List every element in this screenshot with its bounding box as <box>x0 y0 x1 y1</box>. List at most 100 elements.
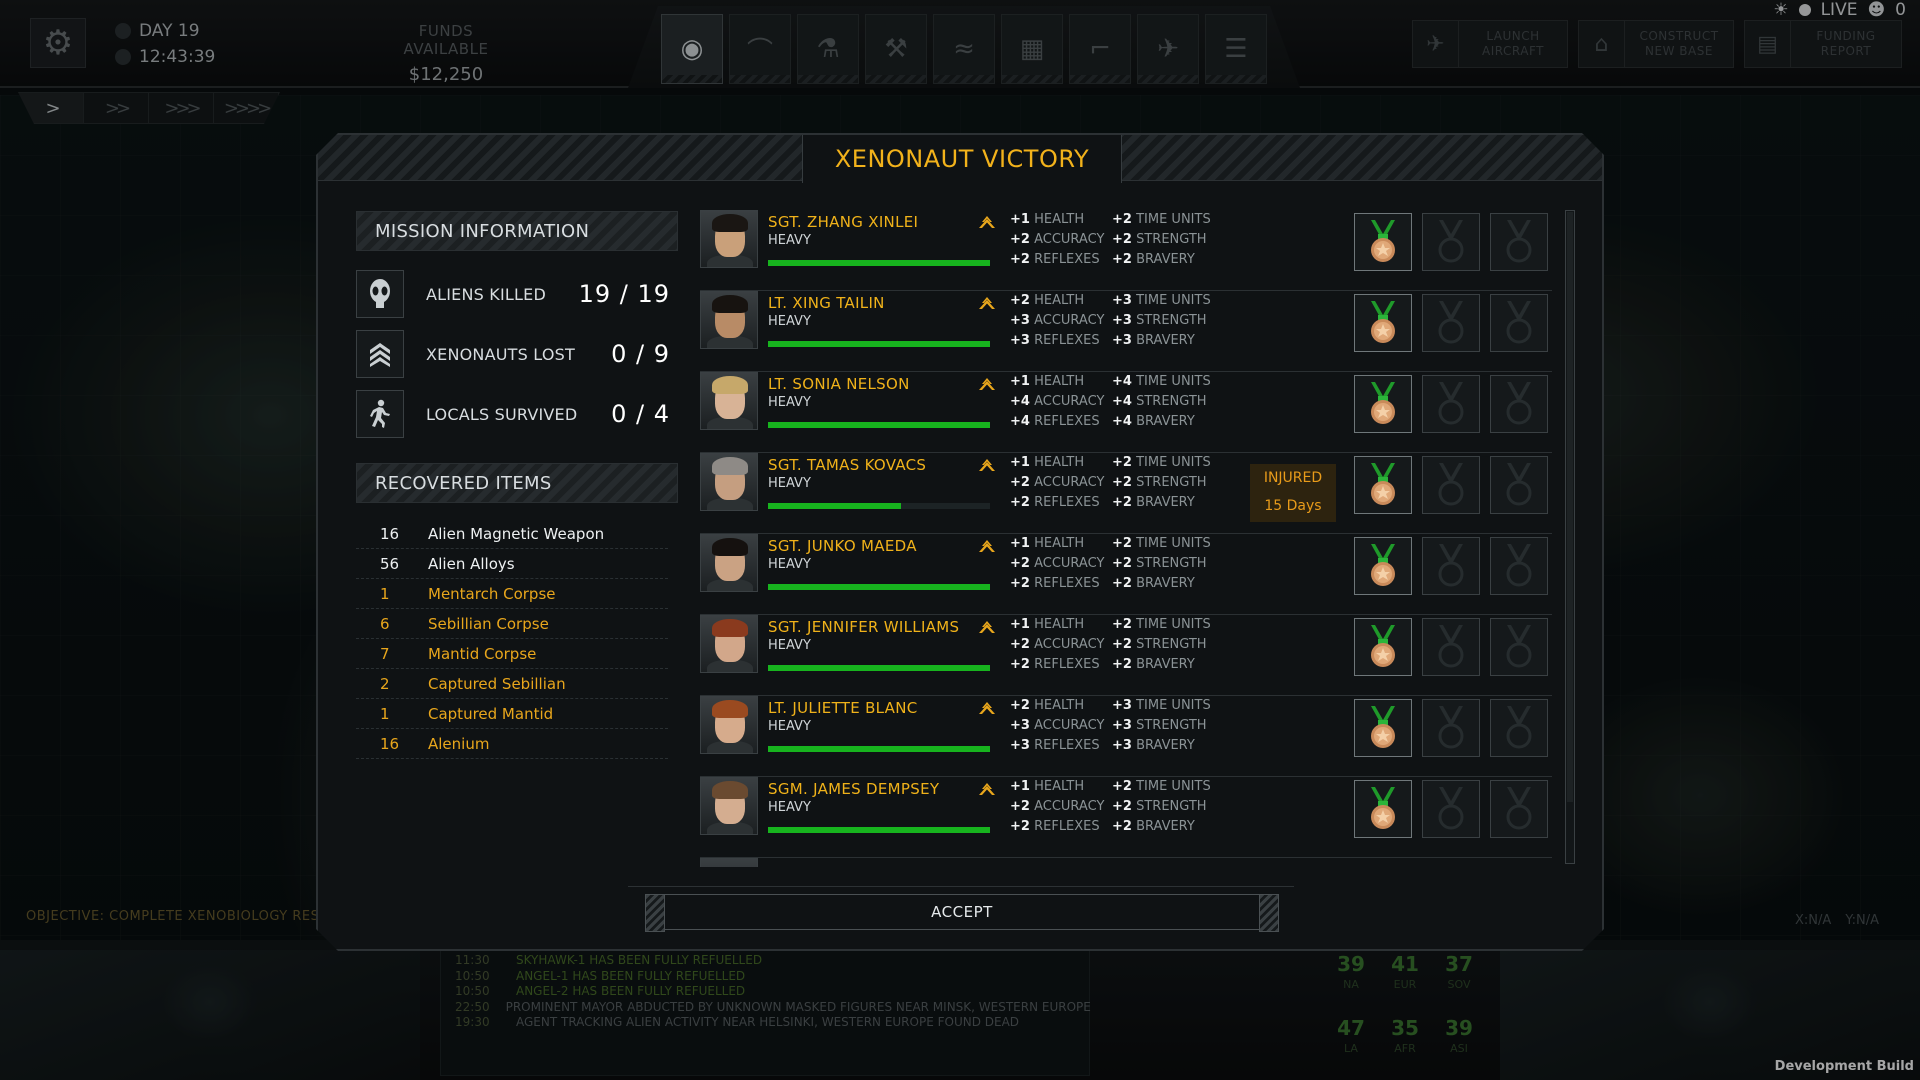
item-quantity: 16 <box>380 524 400 543</box>
stat-gain-bravery: +2 BRAVERY <box>1112 655 1195 675</box>
stat-gain-value: +2 <box>1010 799 1030 814</box>
stat-gains: +1 HEALTH +2 TIME UNITS +2 ACCURACY +2 STRE… <box>1010 534 1211 594</box>
stat-gain-reflexes: +4 REFLEXES <box>1010 412 1112 432</box>
stat-gain-name: ACCURACY <box>1034 799 1105 814</box>
medal-earned-icon[interactable] <box>1354 456 1412 514</box>
medal-slot-empty-icon[interactable] <box>1490 780 1548 838</box>
experience-bar-fill <box>768 584 990 590</box>
soldier-row[interactable]: SGT. TAMAS KOVACS HEAVY +1 HEALTH +2 TIME U… <box>700 453 1552 534</box>
item-name: Alien Magnetic Weapon <box>428 524 605 543</box>
soldier-row[interactable]: SGT. ZHANG XINLEI HEAVY +1 HEALTH +2 TIME U… <box>700 210 1552 291</box>
stat-gain-value: +4 <box>1010 394 1030 409</box>
medal-slot-empty-icon[interactable] <box>1422 456 1480 514</box>
stat-gain-name: STRENGTH <box>1136 394 1207 409</box>
stat-gain-name: HEALTH <box>1034 293 1085 308</box>
soldier-list-scrollbar[interactable] <box>1565 210 1575 864</box>
stat-gain-accuracy: +2 ACCURACY <box>1010 473 1112 493</box>
locals-survived-label: LOCALS SURVIVED <box>426 404 578 424</box>
stat-gain-value: +4 <box>1112 414 1132 429</box>
stat-gain-accuracy: +3 ACCURACY <box>1010 311 1112 331</box>
soldier-row[interactable]: SGM. JAMES DEMPSEY HEAVY +1 HEALTH +2 TIME … <box>700 777 1552 858</box>
stat-gain-time-units: +3 TIME UNITS <box>1112 291 1211 311</box>
soldier-row[interactable]: SGT. JUNKO MAEDA HEAVY +1 HEALTH +2 TIME UN… <box>700 534 1552 615</box>
medal-slot-empty-icon[interactable] <box>1422 699 1480 757</box>
medal-slot-empty-icon[interactable] <box>1490 213 1548 271</box>
xenonauts-lost-value: 0 / 9 <box>611 340 670 368</box>
stat-gain-accuracy: +2 ACCURACY <box>1010 554 1112 574</box>
dialog-title: XENONAUT VICTORY <box>802 135 1122 183</box>
medal-earned-icon[interactable] <box>1354 213 1412 271</box>
medal-slot-empty-icon[interactable] <box>1422 375 1480 433</box>
stat-gain-value: +2 <box>1112 576 1132 591</box>
medal-earned-icon[interactable] <box>1354 537 1412 595</box>
stat-gain-value: +2 <box>1112 252 1132 267</box>
stat-gain-health: +1 HEALTH <box>1010 372 1112 392</box>
injured-days: 15 Days <box>1264 498 1322 514</box>
experience-bar <box>768 341 990 347</box>
medal-slot-empty-icon[interactable] <box>1490 618 1548 676</box>
medal-slot-empty-icon[interactable] <box>1422 294 1480 352</box>
stat-gain-value: +2 <box>1010 698 1030 713</box>
medal-slot-empty-icon[interactable] <box>1490 537 1548 595</box>
medal-earned-icon[interactable] <box>1354 699 1412 757</box>
recovered-items-list: 16 Alien Magnetic Weapon 56 Alien Alloys 1 Me… <box>356 519 668 759</box>
stat-gain-value: +2 <box>1112 799 1132 814</box>
item-quantity: 7 <box>380 644 390 663</box>
soldier-row[interactable]: LT. JULIETTE BLANC HEAVY +2 HEALTH +3 TIME … <box>700 696 1552 777</box>
medal-earned-icon[interactable] <box>1354 294 1412 352</box>
stat-gain-reflexes: +2 REFLEXES <box>1010 250 1112 270</box>
soldier-name: SGT. TAMAS KOVACS <box>768 456 927 474</box>
stat-gain-accuracy: +2 ACCURACY <box>1010 230 1112 250</box>
injured-status-badge: INJURED 15 Days <box>1250 464 1336 522</box>
stat-gain-value: +4 <box>1010 414 1030 429</box>
stat-gain-value: +1 <box>1010 455 1030 470</box>
stat-gain-value: +2 <box>1010 556 1030 571</box>
stat-gain-strength: +2 STRENGTH <box>1112 473 1207 493</box>
soldier-class: HEAVY <box>768 719 811 734</box>
stat-gain-accuracy: +3 ACCURACY <box>1010 716 1112 736</box>
recovered-item-row: 16 Alenium <box>356 729 668 759</box>
soldier-row[interactable]: LT. SONIA NELSON HEAVY +1 HEALTH +4 TIME UN… <box>700 372 1552 453</box>
soldier-results-list[interactable]: SGT. ZHANG XINLEI HEAVY +1 HEALTH +2 TIME U… <box>700 210 1552 867</box>
stat-gain-accuracy: +2 ACCURACY <box>1010 797 1112 817</box>
stat-gain-health: +2 HEALTH <box>1010 291 1112 311</box>
stat-gain-name: STRENGTH <box>1136 799 1207 814</box>
soldier-name: SGT. ZHANG XINLEI <box>768 213 919 231</box>
medal-slot-empty-icon[interactable] <box>1490 294 1548 352</box>
medal-earned-icon[interactable] <box>1354 618 1412 676</box>
medal-slot-empty-icon[interactable] <box>1490 456 1548 514</box>
medal-slot-empty-icon[interactable] <box>1422 780 1480 838</box>
stat-gain-health: +1 HEALTH <box>1010 615 1112 635</box>
locals-survived-value: 0 / 4 <box>611 400 670 428</box>
stat-gain-value: +2 <box>1010 293 1030 308</box>
stat-gain-name: TIME UNITS <box>1136 779 1211 794</box>
medal-slot-empty-icon[interactable] <box>1490 375 1548 433</box>
soldier-portrait <box>700 210 758 268</box>
stat-gains: +1 HEALTH +2 TIME UNITS +2 ACCURACY +2 STRE… <box>1010 453 1211 513</box>
experience-bar-fill <box>768 503 901 509</box>
accept-button[interactable]: ACCEPT <box>664 894 1260 930</box>
stat-gains: +2 HEALTH +3 TIME UNITS +3 ACCURACY +3 STRE… <box>1010 696 1211 756</box>
soldier-row[interactable]: SGT. JENNIFER WILLIAMS HEAVY +1 HEALTH +2 T… <box>700 615 1552 696</box>
soldier-row[interactable]: LT. XING TAILIN HEAVY +2 HEALTH +3 TIME UNI… <box>700 291 1552 372</box>
stat-gain-health: +1 HEALTH <box>1010 210 1112 230</box>
soldier-class: HEAVY <box>768 314 811 329</box>
medal-slot-empty-icon[interactable] <box>1422 618 1480 676</box>
stat-gain-name: REFLEXES <box>1034 819 1100 834</box>
experience-bar-fill <box>768 827 990 833</box>
stat-gain-name: ACCURACY <box>1034 232 1105 247</box>
recovered-item-row: 1 Mentarch Corpse <box>356 579 668 609</box>
medal-earned-icon[interactable] <box>1354 375 1412 433</box>
stat-gains: +1 HEALTH +2 TIME UNITS +2 ACCURACY +2 STRE… <box>1010 615 1211 675</box>
item-name: Captured Mantid <box>428 704 554 723</box>
soldier-portrait <box>700 534 758 592</box>
medal-slot-empty-icon[interactable] <box>1422 537 1480 595</box>
stat-gain-value: +1 <box>1010 617 1030 632</box>
soldier-row-partial[interactable] <box>700 858 1552 867</box>
stat-gain-name: REFLEXES <box>1034 657 1100 672</box>
medal-slot-empty-icon[interactable] <box>1490 699 1548 757</box>
stat-gain-value: +2 <box>1010 495 1030 510</box>
medal-slot-empty-icon[interactable] <box>1422 213 1480 271</box>
scrollbar-thumb[interactable] <box>1567 212 1573 802</box>
medal-earned-icon[interactable] <box>1354 780 1412 838</box>
